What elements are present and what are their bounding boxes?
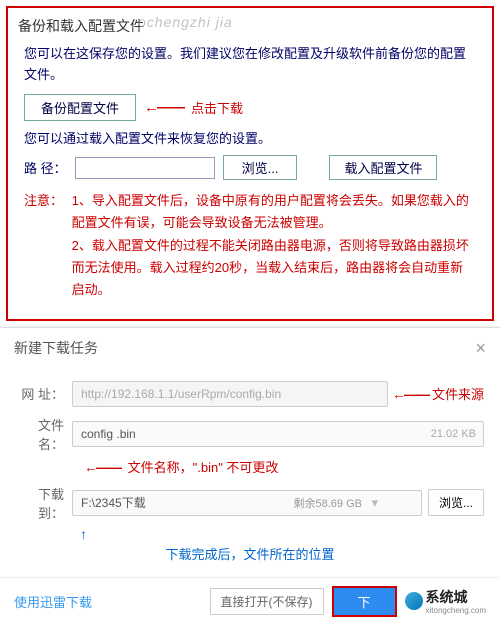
filename-input[interactable] bbox=[72, 421, 484, 447]
close-icon[interactable]: × bbox=[475, 338, 486, 359]
chevron-down-icon[interactable]: ▾ bbox=[371, 495, 378, 511]
browse-folder-button[interactable]: 浏览... bbox=[428, 489, 484, 516]
browse-button[interactable]: 浏览... bbox=[223, 155, 298, 180]
url-annotation: 文件来源 bbox=[432, 384, 484, 403]
arrow-icon: ↑ bbox=[80, 526, 87, 542]
path-label: 路 径： bbox=[24, 158, 67, 177]
file-size: 21.02 KB bbox=[431, 428, 476, 440]
logo-icon bbox=[405, 592, 423, 610]
notice-label: 注意： bbox=[24, 190, 68, 212]
title-text: 备份和载入配置文件 bbox=[18, 18, 144, 34]
site-logo: 系统城 xitongcheng.com bbox=[405, 587, 486, 615]
config-panel: 备份和载入配置文件 ochengzhi jia 您可以在这保存您的设置。我们建议… bbox=[6, 6, 494, 321]
xunlei-download-link[interactable]: 使用迅雷下载 bbox=[14, 592, 92, 611]
path-annotation: 下载完成后，文件所在的位置 bbox=[16, 544, 484, 563]
section-title: 备份和载入配置文件 ochengzhi jia bbox=[18, 16, 482, 36]
open-directly-button[interactable]: 直接打开(不保存) bbox=[210, 588, 324, 615]
watermark: ochengzhi jia bbox=[138, 14, 233, 30]
filename-annotation: 文件名称，".bin" 不可更改 bbox=[128, 460, 279, 475]
free-space: 剩余58.69 GB bbox=[294, 495, 362, 511]
filename-label: 文件名： bbox=[16, 415, 72, 453]
logo-subtext: xitongcheng.com bbox=[426, 607, 486, 615]
arrow-icon: ←—— bbox=[84, 459, 120, 475]
download-button[interactable]: 下 bbox=[332, 586, 397, 617]
click-download-note: 点击下载 bbox=[191, 98, 243, 117]
load-config-button[interactable]: 载入配置文件 bbox=[329, 155, 437, 180]
desc-backup: 您可以在这保存您的设置。我们建议您在修改配置及升级软件前备份您的配置文件。 bbox=[18, 44, 482, 86]
notice-body: 1、导入配置文件后，设备中原有的用户配置将会丢失。如果您载入的配置文件有误，可能… bbox=[72, 190, 472, 300]
arrow-icon: ←—— bbox=[144, 99, 183, 116]
desc-restore: 您可以通过载入配置文件来恢复您的设置。 bbox=[18, 129, 482, 150]
url-label: 网 址： bbox=[16, 384, 72, 403]
download-dialog: 新建下载任务 × 网 址： ←—— 文件来源 文件名： 21.02 KB ←——… bbox=[0, 327, 500, 629]
url-input[interactable] bbox=[72, 381, 388, 407]
logo-text: 系统城 bbox=[426, 589, 468, 605]
path-input[interactable] bbox=[75, 157, 215, 179]
arrow-icon: ←—— bbox=[392, 386, 428, 402]
download-to-label: 下载到： bbox=[16, 484, 72, 522]
dialog-title: 新建下载任务 bbox=[14, 338, 98, 358]
download-path-input[interactable] bbox=[72, 490, 422, 516]
backup-config-button[interactable]: 备份配置文件 bbox=[24, 94, 136, 121]
